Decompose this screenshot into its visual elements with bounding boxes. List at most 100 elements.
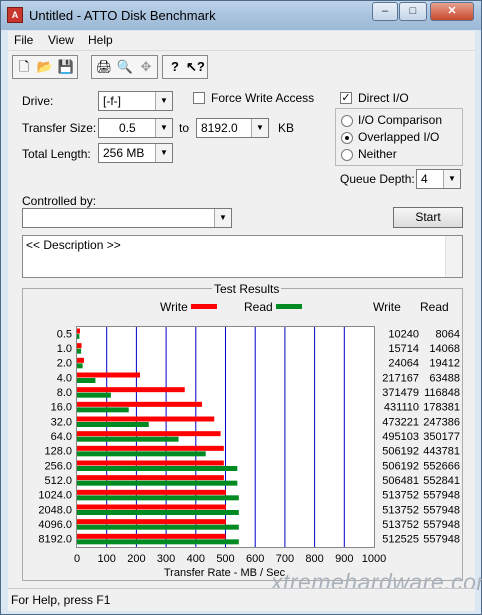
transfer-size-to-select[interactable]: 8192.0 ▼ xyxy=(196,118,269,138)
x-tick-label: 1000 xyxy=(362,553,386,565)
total-length-label: Total Length: xyxy=(22,147,91,161)
title-bar[interactable]: A Untitled - ATTO Disk Benchmark – □ ✕ xyxy=(1,1,481,30)
x-tick-label: 200 xyxy=(127,553,145,565)
context-help-icon[interactable]: ↖? xyxy=(186,58,205,76)
read-column-header: Read xyxy=(420,300,449,314)
write-value-label: 506192 xyxy=(382,460,419,472)
read-value-label: 557948 xyxy=(423,519,460,531)
x-tick-label: 400 xyxy=(187,553,205,565)
read-value-label: 116848 xyxy=(424,387,460,399)
total-length-select[interactable]: 256 MB ▼ xyxy=(98,143,173,163)
atto-app-icon: A xyxy=(7,7,23,23)
neither-radio[interactable] xyxy=(341,149,353,161)
io-comparison-label: I/O Comparison xyxy=(358,113,443,127)
read-value-label: 552666 xyxy=(423,460,460,472)
write-bar xyxy=(77,357,84,363)
read-value-label: 350177 xyxy=(423,431,460,443)
write-bar xyxy=(77,460,224,466)
read-bar xyxy=(77,378,96,383)
write-bar xyxy=(77,328,80,334)
chevron-down-icon[interactable]: ▼ xyxy=(155,144,172,162)
menu-help[interactable]: Help xyxy=(88,33,113,47)
chevron-down-icon[interactable]: ▼ xyxy=(155,92,172,110)
print-icon[interactable]: 🖨 xyxy=(95,58,113,76)
neither-label: Neither xyxy=(358,147,397,161)
move-icon[interactable]: ✥ xyxy=(137,58,155,76)
force-write-checkbox[interactable] xyxy=(193,92,205,104)
write-bar xyxy=(77,416,215,422)
write-bar xyxy=(77,372,140,378)
drive-select[interactable]: [-f-] ▼ xyxy=(98,91,173,111)
category-label: 4096.0 xyxy=(38,519,72,531)
open-folder-icon[interactable]: 📂 xyxy=(36,58,54,76)
overlapped-io-radio[interactable] xyxy=(341,132,353,144)
menu-view[interactable]: View xyxy=(48,33,74,47)
x-tick-label: 900 xyxy=(335,553,353,565)
print-preview-icon[interactable]: 🔍 xyxy=(116,58,134,76)
force-write-label: Force Write Access xyxy=(211,91,315,105)
chevron-down-icon[interactable]: ▼ xyxy=(155,119,172,137)
read-value-label: 557948 xyxy=(423,504,460,516)
category-label: 8192.0 xyxy=(38,534,72,546)
category-label: 2048.0 xyxy=(38,504,72,516)
io-comparison-radio[interactable] xyxy=(341,115,353,127)
write-value-label: 15714 xyxy=(388,343,419,355)
read-value-label: 178381 xyxy=(423,402,460,414)
minimize-button[interactable]: – xyxy=(372,2,398,21)
legend-read-label: Read xyxy=(244,300,273,314)
write-bar xyxy=(77,445,224,451)
legend-read-swatch xyxy=(276,304,302,309)
transfer-to-label: to xyxy=(179,121,190,135)
legend-write-swatch xyxy=(191,304,217,309)
category-label: 0.5 xyxy=(57,328,72,340)
transfer-size-from-select[interactable]: 0.5 ▼ xyxy=(98,118,173,138)
write-value-label: 513752 xyxy=(382,519,419,531)
write-bar xyxy=(77,533,226,539)
close-button[interactable]: ✕ xyxy=(430,2,474,21)
save-icon[interactable]: 💾 xyxy=(57,58,75,76)
category-label: 8.0 xyxy=(57,387,72,399)
help-icon[interactable]: ? xyxy=(166,58,184,76)
main-panel: Drive: [-f-] ▼ Force Write Access ✓ Dire… xyxy=(8,81,482,595)
read-value-label: 557948 xyxy=(423,534,460,546)
write-value-label: 495103 xyxy=(382,431,419,443)
write-value-label: 513752 xyxy=(382,490,419,502)
queue-depth-select[interactable]: 4 ▼ xyxy=(416,169,461,189)
queue-depth-label: Queue Depth: xyxy=(340,172,415,186)
toolbar: 🗋 📂 💾 🖨 🔍 ✥ ? ↖? xyxy=(8,50,475,82)
description-box[interactable]: << Description >> xyxy=(22,235,463,278)
direct-io-label: Direct I/O xyxy=(358,91,409,105)
category-label: 1.0 xyxy=(57,343,72,355)
category-label: 64.0 xyxy=(51,431,72,443)
test-results-title: Test Results xyxy=(212,282,282,296)
read-value-label: 63488 xyxy=(429,372,460,384)
x-axis-label: Transfer Rate - MB / Sec xyxy=(164,567,286,579)
test-results-panel: Test Results Write Read Write Read 0.5 10… xyxy=(22,282,463,581)
menu-bar: File View Help xyxy=(8,31,475,50)
direct-io-checkbox[interactable]: ✓ xyxy=(340,92,352,104)
chart-plot-area xyxy=(76,326,375,548)
start-button[interactable]: Start xyxy=(393,207,463,228)
total-length-value: 256 MB xyxy=(103,146,145,160)
read-value-label: 443781 xyxy=(423,446,460,458)
write-bar xyxy=(77,489,227,495)
write-value-label: 513752 xyxy=(382,504,419,516)
new-file-icon[interactable]: 🗋 xyxy=(15,58,33,76)
write-value-label: 217167 xyxy=(382,372,419,384)
write-bar xyxy=(77,475,224,481)
x-tick-label: 600 xyxy=(246,553,264,565)
description-scrollbar[interactable] xyxy=(445,236,462,277)
description-text: << Description >> xyxy=(26,238,121,252)
chevron-down-icon[interactable]: ▼ xyxy=(214,209,231,227)
maximize-button[interactable]: □ xyxy=(399,2,427,21)
io-mode-group: I/O Comparison Overlapped I/O Neither xyxy=(335,108,463,166)
chevron-down-icon[interactable]: ▼ xyxy=(443,170,460,188)
chevron-down-icon[interactable]: ▼ xyxy=(251,119,268,137)
read-bar xyxy=(77,392,111,398)
write-value-label: 473221 xyxy=(382,416,419,428)
menu-file[interactable]: File xyxy=(14,33,33,47)
controlled-by-select[interactable]: ▼ xyxy=(22,208,232,228)
x-tick-label: 100 xyxy=(98,553,116,565)
write-value-label: 506481 xyxy=(382,475,419,487)
toolbar-group-file: 🗋 📂 💾 xyxy=(12,55,78,79)
